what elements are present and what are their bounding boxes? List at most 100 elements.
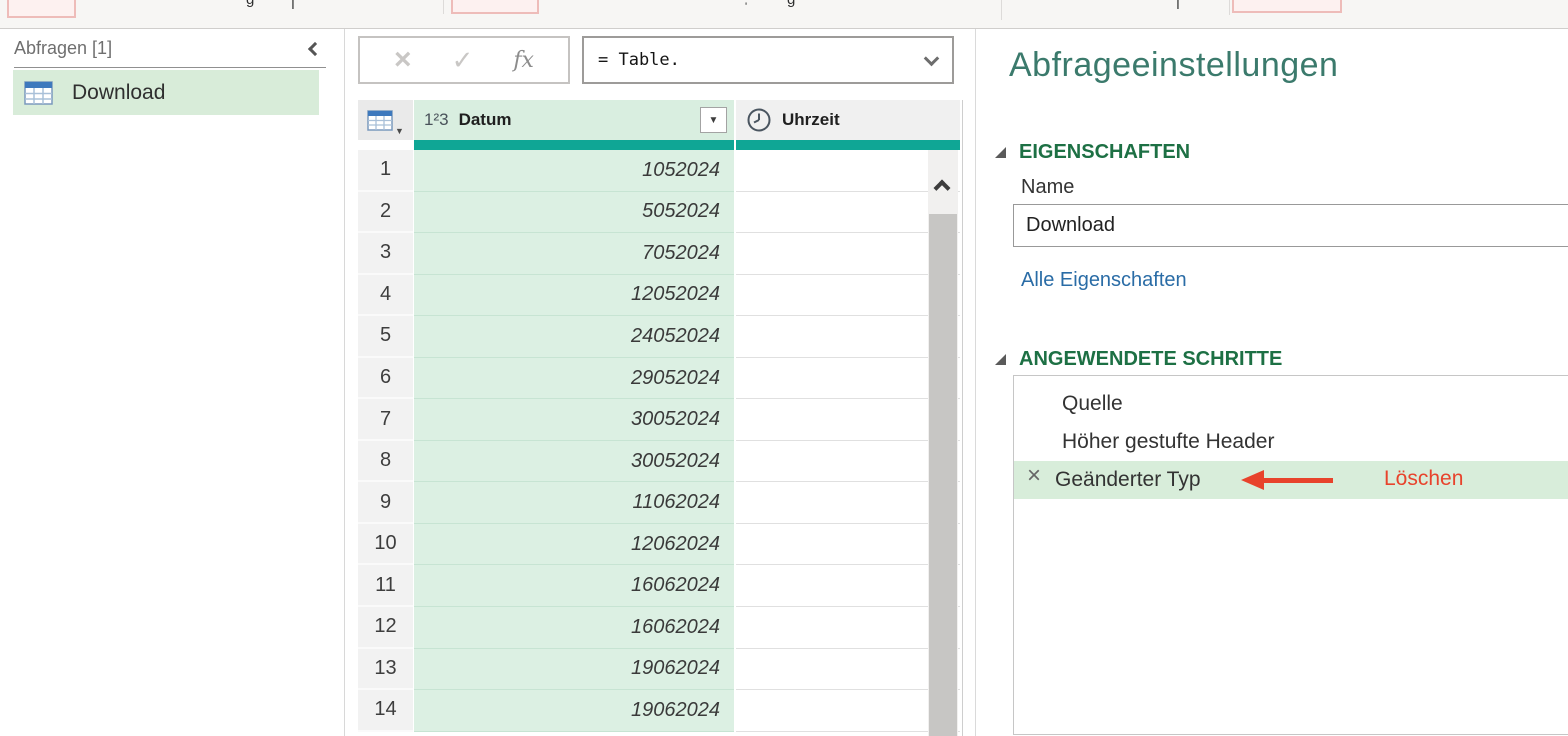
column-header-uhrzeit[interactable]: Uhrzeit: [736, 100, 960, 140]
section-header-applied-steps[interactable]: ANGEWENDETE SCHRITTE: [995, 348, 1282, 371]
cell-datum[interactable]: 16062024: [414, 565, 734, 608]
column-name[interactable]: Datum: [459, 110, 512, 130]
row-number[interactable]: 7: [358, 399, 413, 441]
row-number[interactable]: 14: [358, 690, 413, 732]
table-row: 4 12052024: [358, 274, 960, 317]
table-icon: [24, 80, 53, 105]
cell-uhrzeit[interactable]: [736, 233, 960, 275]
fx-icon[interactable]: fx: [513, 48, 534, 73]
row-number[interactable]: 11: [358, 565, 413, 608]
ribbon-highlight-box: [1232, 0, 1342, 13]
table-row: 6 29052024: [358, 357, 960, 400]
time-type-icon: [747, 108, 771, 132]
cell-uhrzeit[interactable]: [736, 399, 960, 441]
row-number[interactable]: 5: [358, 316, 413, 358]
section-label: ANGEWENDETE SCHRITTE: [1019, 348, 1283, 370]
cell-uhrzeit[interactable]: [736, 357, 960, 400]
pane-title: Abfrageeinstellungen: [1009, 46, 1339, 84]
cell-datum[interactable]: 24052024: [414, 316, 734, 358]
cell-datum[interactable]: 12062024: [414, 523, 734, 566]
scroll-up-icon[interactable]: [933, 179, 951, 197]
step-item-hoeher-gestufte-header[interactable]: Höher gestufte Header: [1014, 423, 1568, 461]
grid-border: [962, 100, 963, 736]
cell-uhrzeit[interactable]: [736, 690, 960, 732]
cell-datum[interactable]: 30052024: [414, 399, 734, 441]
whole-number-type-icon[interactable]: 1²3: [424, 110, 449, 130]
row-number[interactable]: 4: [358, 274, 413, 317]
cell-datum[interactable]: 12052024: [414, 274, 734, 317]
cell-datum[interactable]: 30052024: [414, 440, 734, 483]
row-number[interactable]: 3: [358, 233, 413, 275]
ribbon-text-remnant: |: [1176, 0, 1180, 10]
section-header-properties[interactable]: EIGENSCHAFTEN: [995, 141, 1190, 164]
cell-datum[interactable]: 1052024: [414, 150, 734, 192]
step-item-geaenderter-typ[interactable]: × Geänderter Typ Löschen: [1014, 461, 1568, 499]
collapse-pane-icon[interactable]: [307, 41, 323, 56]
formula-text[interactable]: = Table.: [598, 50, 680, 70]
table-row: 13 19062024: [358, 648, 960, 691]
row-number[interactable]: 13: [358, 648, 413, 691]
ribbon-text-remnant: g: [787, 0, 795, 8]
filter-dropdown-button[interactable]: ▼: [700, 107, 727, 133]
row-number[interactable]: 10: [358, 523, 413, 566]
confirm-formula-button[interactable]: ✓: [452, 47, 474, 73]
cell-datum[interactable]: 16062024: [414, 607, 734, 649]
cell-datum[interactable]: 29052024: [414, 357, 734, 400]
row-number[interactable]: 12: [358, 607, 413, 649]
table-row: 3 7052024: [358, 233, 960, 275]
row-number[interactable]: 1: [358, 150, 413, 192]
table-row: 10 12062024: [358, 523, 960, 566]
row-number[interactable]: 6: [358, 357, 413, 400]
cell-datum[interactable]: 19062024: [414, 648, 734, 691]
cell-datum[interactable]: 7052024: [414, 233, 734, 275]
cell-uhrzeit[interactable]: [736, 482, 960, 524]
table-icon: [367, 109, 393, 131]
expand-formula-icon[interactable]: [923, 50, 940, 67]
ribbon-highlight-box: [7, 0, 76, 18]
collapse-triangle-icon[interactable]: [995, 354, 1006, 365]
queries-count-label: Abfragen [1]: [14, 38, 113, 58]
query-list-item[interactable]: Download: [13, 70, 319, 115]
ribbon-strip: g | ' g |: [0, 0, 1568, 29]
cell-uhrzeit[interactable]: [736, 607, 960, 649]
step-label: Höher gestufte Header: [1062, 430, 1275, 453]
table-row: 1 1052024: [358, 150, 960, 192]
formula-bar[interactable]: = Table.: [582, 36, 954, 84]
row-number[interactable]: 9: [358, 482, 413, 524]
delete-step-icon[interactable]: ×: [1027, 464, 1041, 488]
select-all-corner[interactable]: ▼: [358, 100, 413, 140]
row-number[interactable]: 2: [358, 191, 413, 234]
cell-uhrzeit[interactable]: [736, 565, 960, 608]
cell-uhrzeit[interactable]: [736, 523, 960, 566]
table-row: 14 19062024: [358, 690, 960, 732]
column-header-datum[interactable]: 1²3 Datum ▼: [414, 100, 734, 140]
queries-pane-header: Abfragen [1]: [14, 38, 326, 68]
collapse-triangle-icon[interactable]: [995, 147, 1006, 158]
cell-uhrzeit[interactable]: [736, 274, 960, 317]
cancel-formula-button[interactable]: ×: [394, 45, 412, 75]
table-menu-icon[interactable]: ▼: [395, 126, 404, 136]
cell-uhrzeit[interactable]: [736, 316, 960, 358]
cell-uhrzeit[interactable]: [736, 150, 960, 192]
table-row: 12 16062024: [358, 607, 960, 649]
all-properties-link[interactable]: Alle Eigenschaften: [1021, 269, 1187, 292]
formula-toolbar: × ✓ fx: [358, 36, 570, 84]
scrollbar-thumb[interactable]: [929, 214, 957, 736]
cell-uhrzeit[interactable]: [736, 191, 960, 234]
table-row: 2 5052024: [358, 191, 960, 234]
vertical-scrollbar[interactable]: [928, 150, 958, 736]
ribbon-text-remnant: ': [745, 1, 748, 13]
cell-datum[interactable]: 5052024: [414, 191, 734, 234]
query-name: Download: [72, 80, 166, 104]
cell-uhrzeit[interactable]: [736, 440, 960, 483]
cell-datum[interactable]: 11062024: [414, 482, 734, 524]
editor-panel: × ✓ fx = Table. ▼ 1²3 Datum ▼ Uhrzeit 1 …: [346, 29, 975, 736]
ribbon-text-remnant: g: [246, 0, 254, 8]
row-number[interactable]: 8: [358, 440, 413, 483]
cell-datum[interactable]: 19062024: [414, 690, 734, 732]
column-name[interactable]: Uhrzeit: [782, 110, 840, 130]
cell-uhrzeit[interactable]: [736, 648, 960, 691]
query-name-input[interactable]: [1013, 204, 1568, 247]
step-item-quelle[interactable]: Quelle: [1014, 385, 1568, 423]
query-settings-pane: Abfrageeinstellungen EIGENSCHAFTEN Name …: [975, 29, 1568, 736]
